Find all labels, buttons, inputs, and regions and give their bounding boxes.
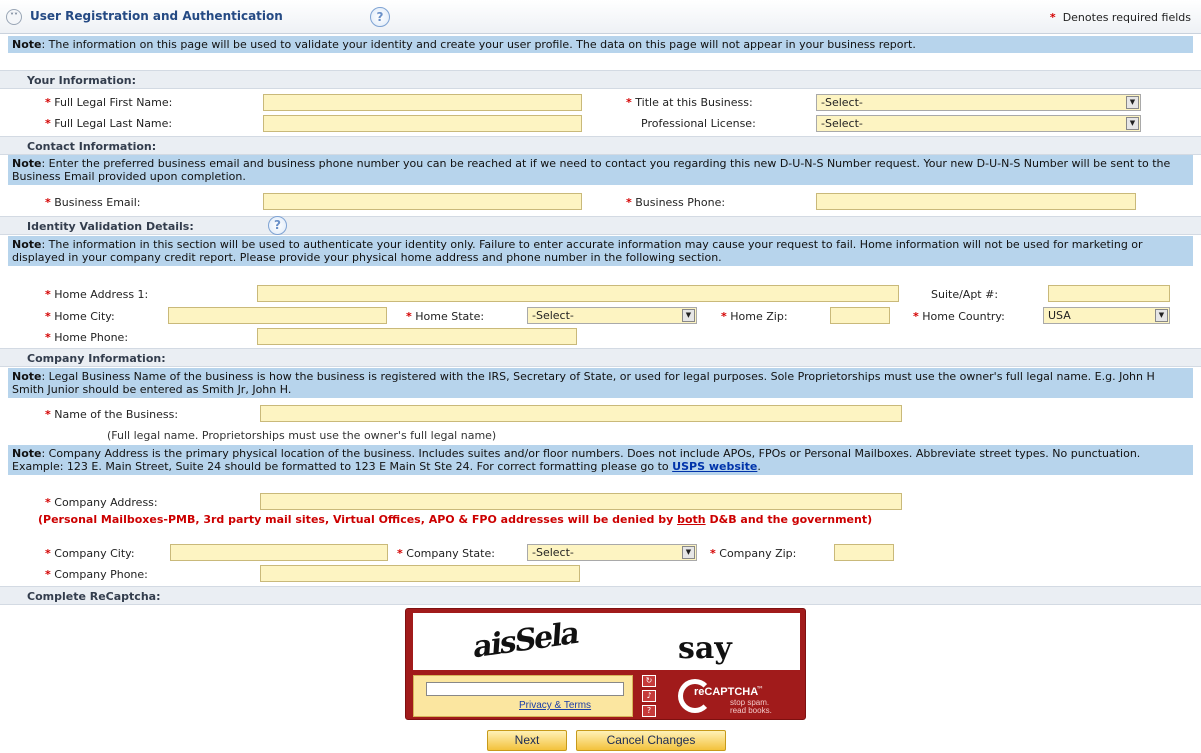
company-city-input[interactable] [170,544,388,561]
suite-input[interactable] [1048,285,1170,302]
home-state-select[interactable]: -Select- ▼ [527,307,697,324]
business-name-helper: (Full legal name. Proprietorships must u… [107,429,497,442]
company-state-label: * Company State: [397,547,495,560]
note-label: Note [12,38,42,51]
home-state-label: * Home State: [406,310,485,323]
section-contact-information: Contact Information: [0,136,1201,155]
license-select[interactable]: -Select- ▼ [816,115,1141,132]
chevron-down-icon: ▼ [682,546,695,559]
captcha-response-input[interactable] [426,682,624,696]
home-phone-input[interactable] [257,328,577,345]
chevron-down-icon: ▼ [1126,96,1139,109]
first-name-input[interactable] [263,94,582,111]
double-chevron-up-icon[interactable]: ˅˅ [6,9,22,25]
note-text: : The information on this page will be u… [41,38,916,51]
required-legend-text: Denotes required fields [1062,11,1191,24]
cancel-changes-button[interactable]: Cancel Changes [576,730,726,751]
intro-note: Note: The information on this page will … [8,36,1193,53]
company-zip-input[interactable] [834,544,894,561]
recaptcha-tagline: stop spam. read books. [730,699,772,715]
captcha-word-1: aisSela [472,615,580,666]
company-state-select[interactable]: -Select- ▼ [527,544,697,561]
company-address-input[interactable] [260,493,902,510]
registration-page: ˅˅ User Registration and Authentication … [0,0,1201,753]
company-phone-label: * Company Phone: [45,568,148,581]
usps-website-link[interactable]: USPS website [672,460,757,473]
help-icon[interactable]: ? [370,7,390,27]
title-label: * Title at this Business: [626,96,753,109]
business-phone-label: * Business Phone: [626,196,726,209]
identity-note: Note: The information in this section wi… [8,236,1193,266]
captcha-word-2: say [678,631,732,666]
section-identity-validation: Identity Validation Details: [0,216,1201,235]
section-company-information: Company Information: [0,348,1201,367]
section-your-information: Your Information: [0,70,1201,89]
business-email-label: * Business Email: [45,196,141,209]
company-city-label: * Company City: [45,547,135,560]
company-name-note: Note: Legal Business Name of the busines… [8,368,1193,398]
home-country-label: * Home Country: [913,310,1005,323]
chevron-down-icon: ▼ [1155,309,1168,322]
last-name-label: * Full Legal Last Name: [45,117,173,130]
company-state-value: -Select- [532,546,574,559]
company-address-note: Note: Company Address is the primary phy… [8,445,1193,475]
contact-note: Note: Enter the preferred business email… [8,155,1193,185]
company-address-label: * Company Address: [45,496,158,509]
recaptcha-logo-text: reCAPTCHA [694,686,759,698]
home-zip-input[interactable] [830,307,890,324]
privacy-terms-link[interactable]: Privacy & Terms [519,700,591,711]
recaptcha-tm: ™ [756,685,764,694]
recaptcha-tagline-2: read books. [730,706,772,715]
business-email-input[interactable] [263,193,582,210]
home-zip-label: * Home Zip: [721,310,788,323]
page-header: ˅˅ User Registration and Authentication … [0,0,1201,34]
help-icon[interactable]: ? [642,705,656,717]
page-title: User Registration and Authentication [30,9,283,23]
company-phone-input[interactable] [260,565,580,582]
home-address-label: * Home Address 1: [45,288,149,301]
chevron-down-icon: ▼ [682,309,695,322]
captcha-response-box: Privacy & Terms [413,675,633,717]
chevron-down-icon: ▼ [1126,117,1139,130]
license-select-value: -Select- [821,117,863,130]
company-zip-label: * Company Zip: [710,547,797,560]
home-phone-label: * Home Phone: [45,331,129,344]
mailbox-warning: (Personal Mailboxes-PMB, 3rd party mail … [38,513,873,526]
recaptcha-logo: reCAPTCHA ™ stop spam. read books. [678,677,798,717]
refresh-icon[interactable]: ↻ [642,675,656,687]
next-button[interactable]: Next [487,730,567,751]
home-city-label: * Home City: [45,310,115,323]
home-country-value: USA [1048,309,1071,322]
section-complete-recaptcha: Complete ReCaptcha: [0,586,1201,605]
required-legend: * Denotes required fields [1050,11,1191,24]
required-mark: * [1049,11,1056,24]
business-name-label: * Name of the Business: [45,408,179,421]
business-name-input[interactable] [260,405,902,422]
business-phone-input[interactable] [816,193,1136,210]
captcha-image: aisSela say [413,613,800,670]
last-name-input[interactable] [263,115,582,132]
help-icon[interactable]: ? [268,216,287,235]
home-country-select[interactable]: USA ▼ [1043,307,1170,324]
suite-label: Suite/Apt #: [931,288,999,301]
first-name-label: * Full Legal First Name: [45,96,173,109]
recaptcha-widget: aisSela say Privacy & Terms ↻ ♪ ? reCAPT… [405,608,806,720]
title-select-value: -Select- [821,96,863,109]
home-address-input[interactable] [257,285,899,302]
home-city-input[interactable] [168,307,387,324]
audio-icon[interactable]: ♪ [642,690,656,702]
home-state-value: -Select- [532,309,574,322]
title-select[interactable]: -Select- ▼ [816,94,1141,111]
license-label: Professional License: [641,117,756,130]
